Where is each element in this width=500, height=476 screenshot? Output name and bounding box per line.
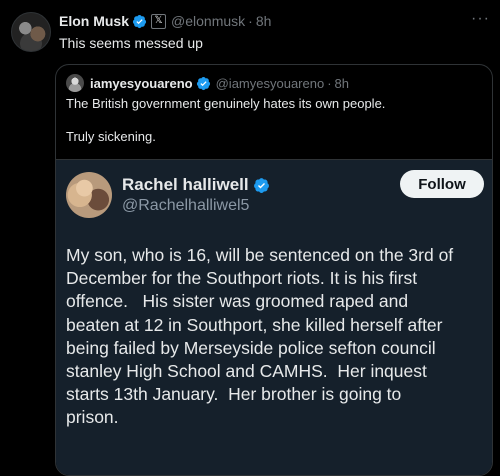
embedded-text-line: offence. His sister was groomed raped an…	[66, 291, 409, 312]
separator-dot: ·	[248, 13, 253, 29]
embedded-tweet-text: My son, who is 16, will be sentenced on …	[66, 244, 486, 430]
elon-avatar[interactable]	[11, 12, 51, 52]
quoted-tweet[interactable]: iamyesyouareno @iamyesyouareno · 8h The …	[55, 64, 493, 476]
embedded-author: Rachel halliwell	[122, 175, 270, 195]
author-handle[interactable]: @elonmusk	[171, 13, 245, 29]
quote-timestamp[interactable]: 8h	[335, 76, 349, 91]
embedded-text-line: prison.	[66, 407, 119, 428]
follow-button[interactable]: Follow	[400, 170, 484, 198]
verified-badge-icon	[132, 14, 147, 28]
rachel-avatar	[66, 172, 112, 218]
more-dots-icon[interactable]: ···	[471, 10, 490, 28]
embedded-text-line: starts 13th January. Her brother is goin…	[66, 384, 402, 405]
tweet-timestamp[interactable]: 8h	[256, 13, 272, 29]
separator-dot: ·	[327, 75, 332, 91]
quote-header: iamyesyouareno @iamyesyouareno · 8h	[66, 74, 349, 92]
quote-text-line-2: Truly sickening.	[66, 129, 156, 144]
verified-badge-icon	[253, 177, 269, 193]
embedded-text-line: stanley High School and CAMHS. Her inque…	[66, 361, 427, 382]
author-name[interactable]: Elon Musk	[59, 13, 129, 29]
quote-text-line-1: The British government genuinely hates i…	[66, 96, 386, 111]
embedded-text-line: December for the Southport riots. It is …	[66, 268, 418, 289]
tweet-header: Elon Musk 𝕏 @elonmusk · 8h	[59, 13, 271, 29]
embedded-author-name: Rachel halliwell	[122, 175, 249, 194]
verified-badge-icon	[196, 76, 210, 90]
quote-author-name[interactable]: iamyesyouareno	[90, 76, 193, 91]
embedded-text-line: My son, who is 16, will be sentenced on …	[66, 245, 454, 265]
embedded-text-line: being failed by Merseyside police sefton…	[66, 337, 436, 358]
tweet-text: This seems messed up	[59, 35, 203, 51]
embedded-author-handle: @Rachelhalliwel5	[122, 197, 250, 214]
embedded-text-line: beaten at 12 in Southport, she killed he…	[66, 314, 443, 335]
embedded-tweet-image[interactable]: Rachel halliwell @Rachelhalliwel5 Follow…	[56, 159, 492, 475]
quote-author-handle[interactable]: @iamyesyouareno	[216, 76, 325, 91]
x-affiliate-badge-icon: 𝕏	[151, 13, 167, 29]
quote-avatar[interactable]	[66, 74, 84, 92]
